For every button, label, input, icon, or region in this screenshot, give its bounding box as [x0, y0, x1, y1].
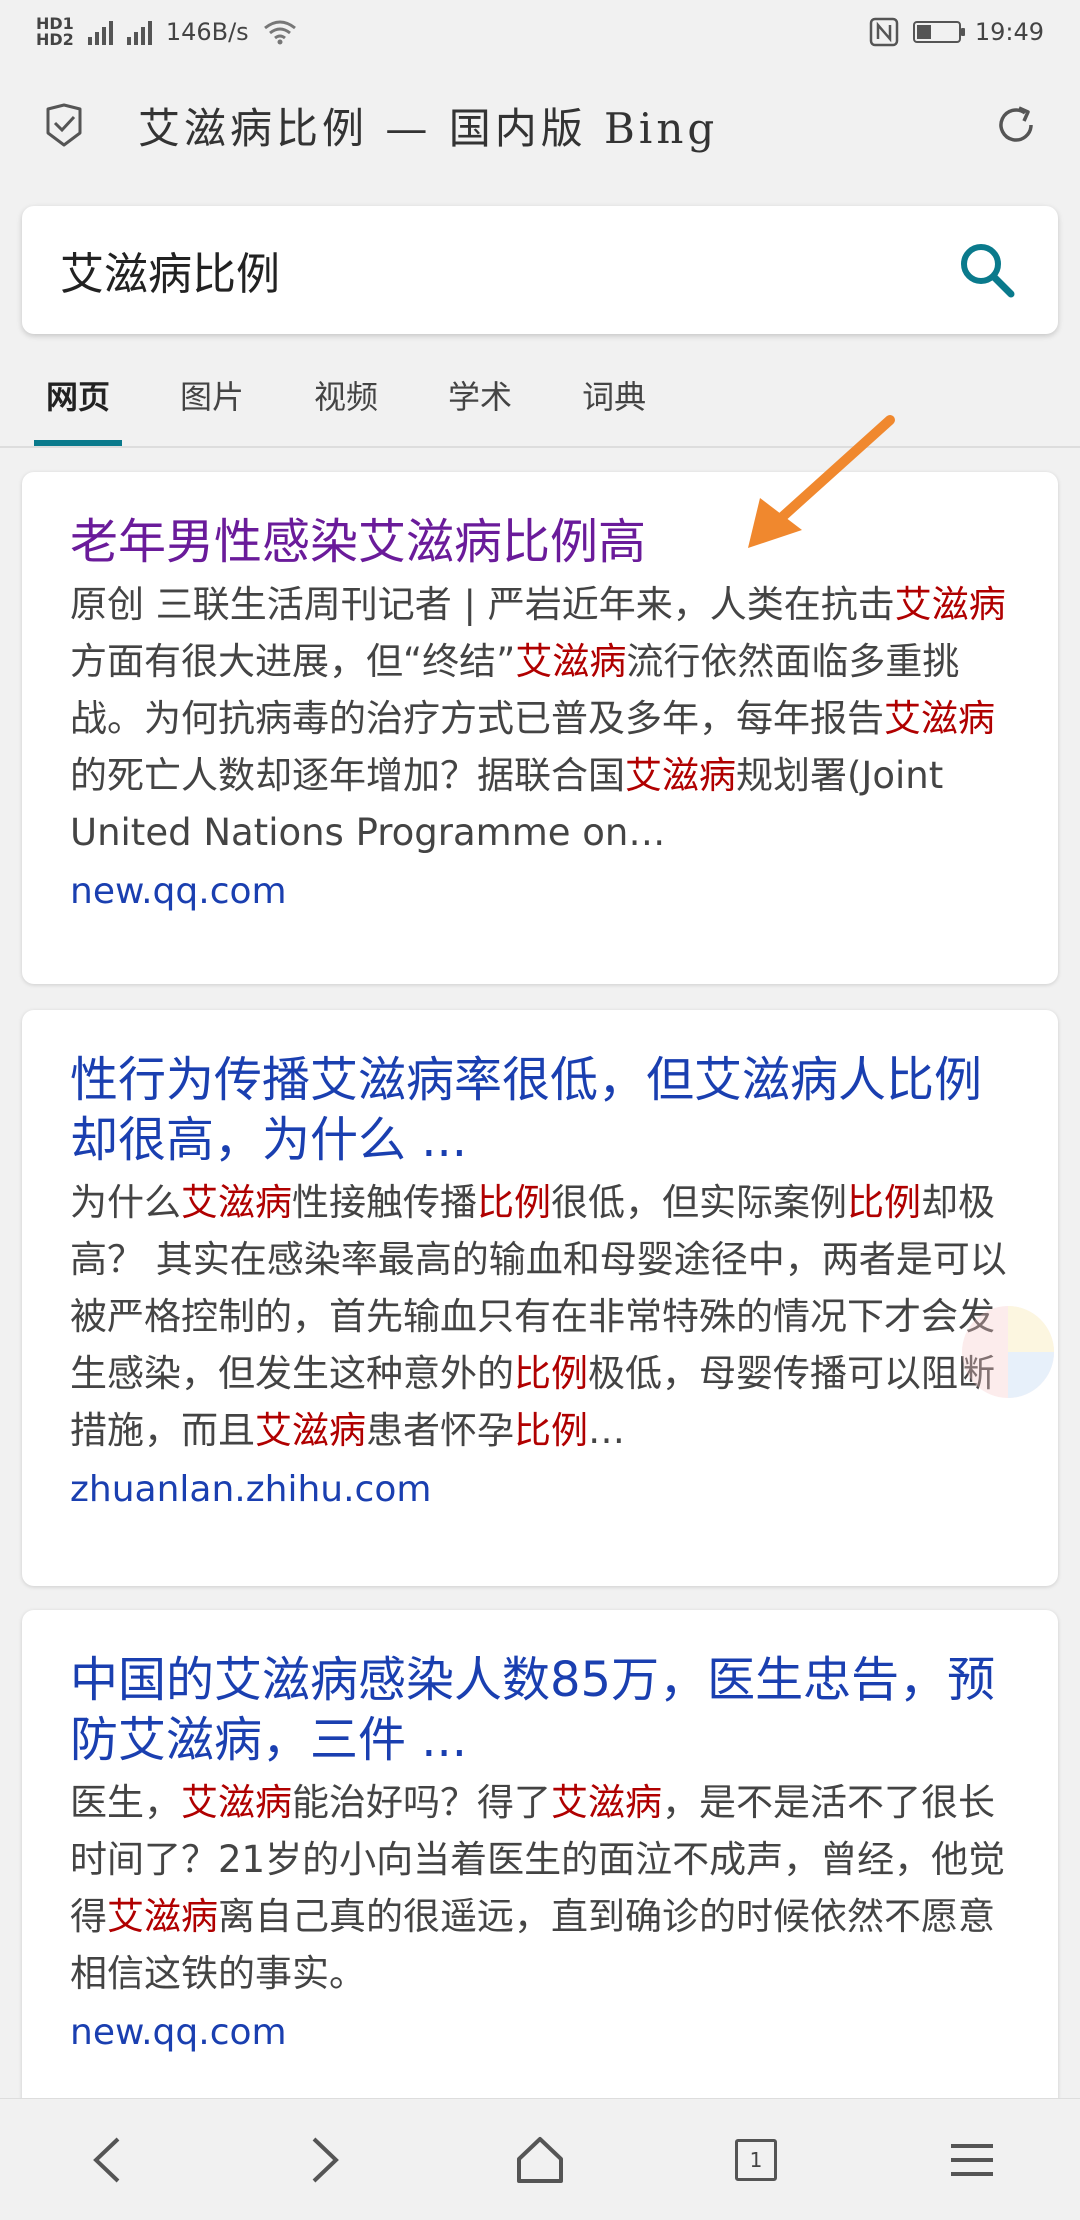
refresh-icon[interactable]: [988, 97, 1044, 153]
home-icon[interactable]: [500, 2120, 580, 2200]
snippet-text: 方面有很大进展，但“终结”: [70, 640, 516, 683]
bottom-nav: 1: [0, 2098, 1080, 2220]
highlight-keyword: 艾滋病: [884, 697, 995, 740]
result-title[interactable]: 中国的艾滋病感染人数85万，医生忠告，预防艾滋病，三件 ...: [70, 1650, 1010, 1770]
net-label-2: HD2: [36, 30, 74, 49]
highlight-keyword: 比例: [514, 1352, 588, 1395]
result-card: 性行为传播艾滋病率很低，但艾滋病人比例却很高，为什么 ... 为什么艾滋病性接触…: [22, 1010, 1058, 1586]
wifi-icon: [263, 20, 296, 45]
snippet-text: …: [588, 1409, 625, 1452]
menu-icon[interactable]: [932, 2120, 1012, 2200]
watermark-icon: [962, 1306, 1054, 1398]
highlight-keyword: 艾滋病: [255, 1409, 366, 1452]
snippet-text: 原创 三联生活周刊记者 | 严岩近年来，人类在抗击: [70, 583, 895, 626]
tabs-icon[interactable]: 1: [716, 2120, 796, 2200]
snippet-text: 性接触传播: [292, 1181, 477, 1224]
network-speed: 146B/s: [165, 18, 249, 46]
forward-icon[interactable]: [284, 2120, 364, 2200]
tab-videos[interactable]: 视频: [314, 356, 378, 432]
tab-dictionary[interactable]: 词典: [582, 356, 646, 432]
result-snippet: 原创 三联生活周刊记者 | 严岩近年来，人类在抗击艾滋病方面有很大进展，但“终结…: [70, 576, 1010, 861]
snippet-text: 能治好吗？得了: [292, 1781, 551, 1824]
highlight-keyword: 艾滋病: [625, 754, 736, 797]
result-url[interactable]: zhuanlan.zhihu.com: [70, 1469, 1010, 1510]
nfc-icon: [869, 17, 899, 47]
tab-count: 1: [749, 2148, 763, 2172]
highlight-keyword: 艾滋病: [107, 1895, 218, 1938]
snippet-text: 为什么: [70, 1181, 181, 1224]
highlight-keyword: 艾滋病: [551, 1781, 662, 1824]
result-url[interactable]: new.qq.com: [70, 871, 1010, 912]
browser-header: 艾滋病比例 — 国内版 Bing: [0, 70, 1080, 180]
result-url[interactable]: new.qq.com: [70, 2012, 1010, 2053]
battery-icon: [912, 21, 965, 43]
search-icon[interactable]: [952, 235, 1022, 305]
status-left: HD1 HD2 146B/s: [36, 16, 297, 48]
tab-images[interactable]: 图片: [180, 356, 244, 432]
highlight-keyword: 艾滋病: [181, 1781, 292, 1824]
shield-check-icon[interactable]: [36, 97, 92, 153]
result-snippet: 为什么艾滋病性接触传播比例很低，但实际案例比例却极高？ 其实在感染率最高的输血和…: [70, 1174, 1010, 1459]
back-icon[interactable]: [68, 2120, 148, 2200]
snippet-text: 的死亡人数却逐年增加？据联合国: [70, 754, 625, 797]
search-box: [22, 206, 1058, 334]
search-tabs: 网页 图片 视频 学术 词典: [0, 356, 1080, 448]
tab-academic[interactable]: 学术: [448, 356, 512, 432]
signal-icon-2: [126, 19, 152, 45]
page-title: 艾滋病比例 — 国内版 Bing: [138, 103, 719, 153]
highlight-keyword: 艾滋病: [515, 640, 627, 683]
clock: 19:49: [974, 18, 1044, 46]
network-type-label: HD1 HD2: [36, 16, 74, 48]
highlight-keyword: 艾滋病: [894, 583, 1006, 626]
result-snippet: 医生，艾滋病能治好吗？得了艾滋病，是不是活不了很长时间了？21岁的小向当着医生的…: [70, 1774, 1010, 2002]
status-right: 19:49: [869, 17, 1044, 47]
snippet-text: 医生，: [70, 1781, 181, 1824]
search-input[interactable]: [58, 243, 952, 297]
highlight-keyword: 比例: [514, 1409, 588, 1452]
tab-web[interactable]: 网页: [33, 356, 123, 446]
signal-icon: [87, 19, 113, 45]
highlight-keyword: 比例: [477, 1181, 551, 1224]
highlight-keyword: 比例: [847, 1181, 921, 1224]
result-card: 中国的艾滋病感染人数85万，医生忠告，预防艾滋病，三件 ... 医生，艾滋病能治…: [22, 1610, 1058, 2130]
status-bar: HD1 HD2 146B/s 19:49: [0, 0, 1080, 64]
annotation-arrow-icon: [748, 415, 895, 548]
result-title[interactable]: 性行为传播艾滋病率很低，但艾滋病人比例却很高，为什么 ...: [70, 1050, 1010, 1170]
snippet-text: 患者怀孕: [366, 1409, 514, 1452]
browser-screen: HD1 HD2 146B/s 19:49 艾滋病比例 — 国内版 Bing 艾滋…: [0, 0, 1080, 2220]
highlight-keyword: 艾滋病: [181, 1181, 292, 1224]
snippet-text: 很低，但实际案例: [551, 1181, 847, 1224]
